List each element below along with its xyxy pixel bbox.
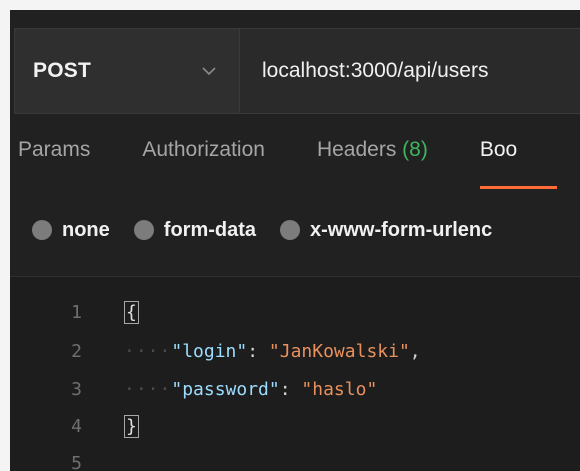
request-bar: POST localhost:3000/api/users	[14, 28, 580, 114]
json-key: "password"	[171, 378, 280, 400]
headers-count-badge: (8)	[402, 138, 428, 161]
line-number: 5	[71, 452, 82, 471]
method-select[interactable]: POST	[14, 28, 240, 114]
postman-request-panel: POST localhost:3000/api/users Params Aut…	[10, 10, 580, 471]
json-value: "haslo"	[301, 378, 378, 400]
line-number: 2	[71, 340, 82, 362]
close-brace: }	[124, 414, 139, 438]
radio-circle-icon	[280, 220, 301, 240]
tab-headers[interactable]: Headers (8)	[317, 138, 428, 162]
radio-none-label: none	[62, 218, 110, 241]
line-number: 3	[71, 378, 82, 400]
open-brace: {	[124, 300, 139, 324]
body-type-options: none form-data x-www-form-urlenc	[32, 215, 580, 245]
code-editor[interactable]: 1 { 2 ····"login": "JanKowalski", 3 ····…	[10, 276, 580, 471]
editor-line: 1 {	[10, 297, 580, 327]
json-value: "JanKowalski"	[268, 340, 410, 362]
tab-authorization-label: Authorization	[142, 138, 265, 161]
code-line: }	[124, 414, 139, 438]
tab-params[interactable]: Params	[18, 138, 90, 162]
tab-headers-label: Headers	[316, 138, 397, 161]
code-line: ····"password": "haslo"	[124, 379, 377, 400]
radio-circle-icon	[32, 220, 52, 240]
radio-urlencoded[interactable]: x-www-form-urlenc	[280, 219, 492, 242]
tab-authorization[interactable]: Authorization	[142, 138, 265, 162]
editor-line: 2 ····"login": "JanKowalski",	[10, 336, 580, 366]
url-input[interactable]: localhost:3000/api/users	[240, 28, 580, 114]
json-key: "login"	[171, 340, 248, 362]
radio-circle-icon	[133, 220, 154, 240]
line-number: 4	[71, 415, 82, 437]
code-line: ····"login": "JanKowalski",	[124, 341, 421, 362]
json-separator: :	[279, 378, 302, 400]
tab-params-label: Params	[18, 138, 91, 161]
indent-dots: ····	[124, 378, 172, 400]
code-line: {	[124, 300, 139, 324]
radio-form-data-label: form-data	[163, 218, 257, 241]
radio-none[interactable]: none	[32, 219, 110, 242]
editor-line: 4 }	[10, 411, 580, 441]
indent-dots: ····	[124, 340, 172, 362]
chevron-down-icon	[199, 64, 219, 78]
tab-body-label: Boo	[479, 138, 518, 161]
radio-form-data[interactable]: form-data	[133, 218, 257, 242]
method-label: POST	[33, 59, 91, 82]
json-separator: :	[247, 340, 269, 362]
radio-urlencoded-label: x-www-form-urlenc	[310, 218, 493, 241]
request-tabs: Params Authorization Headers (8) Boo	[18, 138, 580, 189]
editor-line: 3 ····"password": "haslo"	[10, 374, 580, 404]
url-text: localhost:3000/api/users	[262, 59, 489, 82]
json-comma: ,	[409, 340, 421, 362]
tab-body[interactable]: Boo	[479, 138, 559, 189]
editor-line: 5	[10, 448, 580, 471]
line-number: 1	[71, 301, 82, 323]
